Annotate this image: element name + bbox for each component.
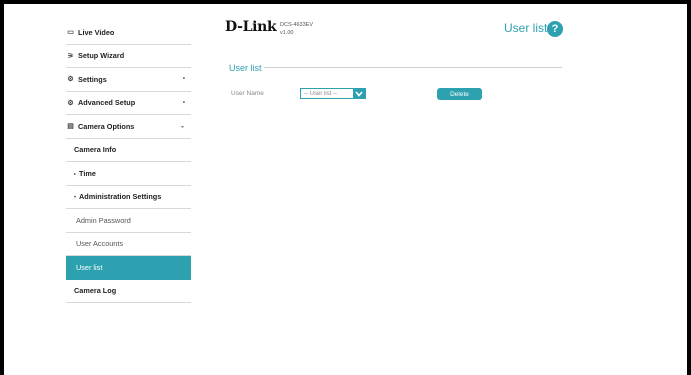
sidebar-item-label: Live Video: [78, 27, 115, 37]
sidebar-item-label: Camera Log: [74, 286, 117, 296]
sidebar-item-admin-password[interactable]: Admin Password: [66, 209, 191, 233]
sidebar-item-label: Camera Info: [74, 145, 117, 155]
sidebar-item-label: Time: [79, 168, 96, 178]
expand-dot-icon: •: [182, 76, 185, 83]
sidebar-item-time[interactable]: ▸ Time: [66, 162, 191, 186]
dlink-logo: D-Link: [225, 19, 277, 35]
chevron-down-icon: ⌄: [179, 123, 185, 130]
sidebar-item-label: Camera Options: [78, 121, 135, 131]
app-frame: ▭ Live Video ⚞ Setup Wizard ⚙ Settings •…: [4, 4, 687, 375]
sidebar-item-live-video[interactable]: ▭ Live Video: [66, 21, 191, 45]
model-name: DCS-4633EV: [280, 22, 314, 28]
expand-dot-icon: •: [182, 99, 185, 106]
model-info: DCS-4633EV v1.00: [280, 21, 313, 37]
sidebar-item-setup-wizard[interactable]: ⚞ Setup Wizard: [66, 45, 191, 68]
sidebar-item-camera-info[interactable]: Camera Info: [66, 139, 191, 162]
sidebar-item-user-list[interactable]: User list: [66, 256, 191, 280]
user-list-select-value: -- User list --: [304, 90, 337, 97]
firmware-version: v1.00: [280, 30, 294, 36]
sidebar-item-label: Settings: [78, 74, 107, 84]
sidebar-item-camera-options[interactable]: ▤ Camera Options ⌄: [66, 115, 191, 139]
video-icon: ▭: [67, 29, 74, 37]
delete-button[interactable]: Delete: [437, 88, 482, 100]
document-icon: ▤: [67, 123, 74, 131]
sidebar-item-administration-settings[interactable]: ▾ Administration Settings: [66, 186, 191, 209]
user-list-select[interactable]: -- User list --: [300, 88, 366, 99]
sidebar-item-label: Advanced Setup: [78, 98, 136, 108]
sidebar-item-label: Admin Password: [76, 215, 131, 225]
sidebar: ▭ Live Video ⚞ Setup Wizard ⚙ Settings •…: [66, 21, 191, 303]
sidebar-item-camera-log[interactable]: Camera Log: [66, 280, 191, 303]
section-title: User list: [229, 63, 262, 73]
sidebar-item-settings[interactable]: ⚙ Settings •: [66, 68, 191, 92]
sidebar-item-label: Administration Settings: [79, 192, 162, 202]
page-title: User list: [504, 21, 548, 35]
sidebar-item-label: User list: [76, 262, 103, 272]
sidebar-item-advanced-setup[interactable]: ⚙ Advanced Setup •: [66, 92, 191, 115]
gear-icon: ⚙: [67, 76, 74, 84]
section-divider: [264, 67, 562, 68]
triangle-down-icon: ▾: [74, 194, 77, 200]
sidebar-item-label: Setup Wizard: [78, 51, 125, 61]
triangle-right-icon: ▸: [74, 170, 77, 176]
advanced-gear-icon: ⚙: [67, 99, 74, 107]
wand-icon: ⚞: [67, 52, 74, 60]
brand-logo: D-Link: [225, 18, 277, 36]
help-icon[interactable]: ?: [547, 21, 563, 37]
chevron-down-icon: [353, 89, 365, 98]
sidebar-item-label: User Accounts: [76, 239, 124, 249]
user-name-label: User Name: [231, 90, 264, 97]
sidebar-item-user-accounts[interactable]: User Accounts: [66, 233, 191, 256]
